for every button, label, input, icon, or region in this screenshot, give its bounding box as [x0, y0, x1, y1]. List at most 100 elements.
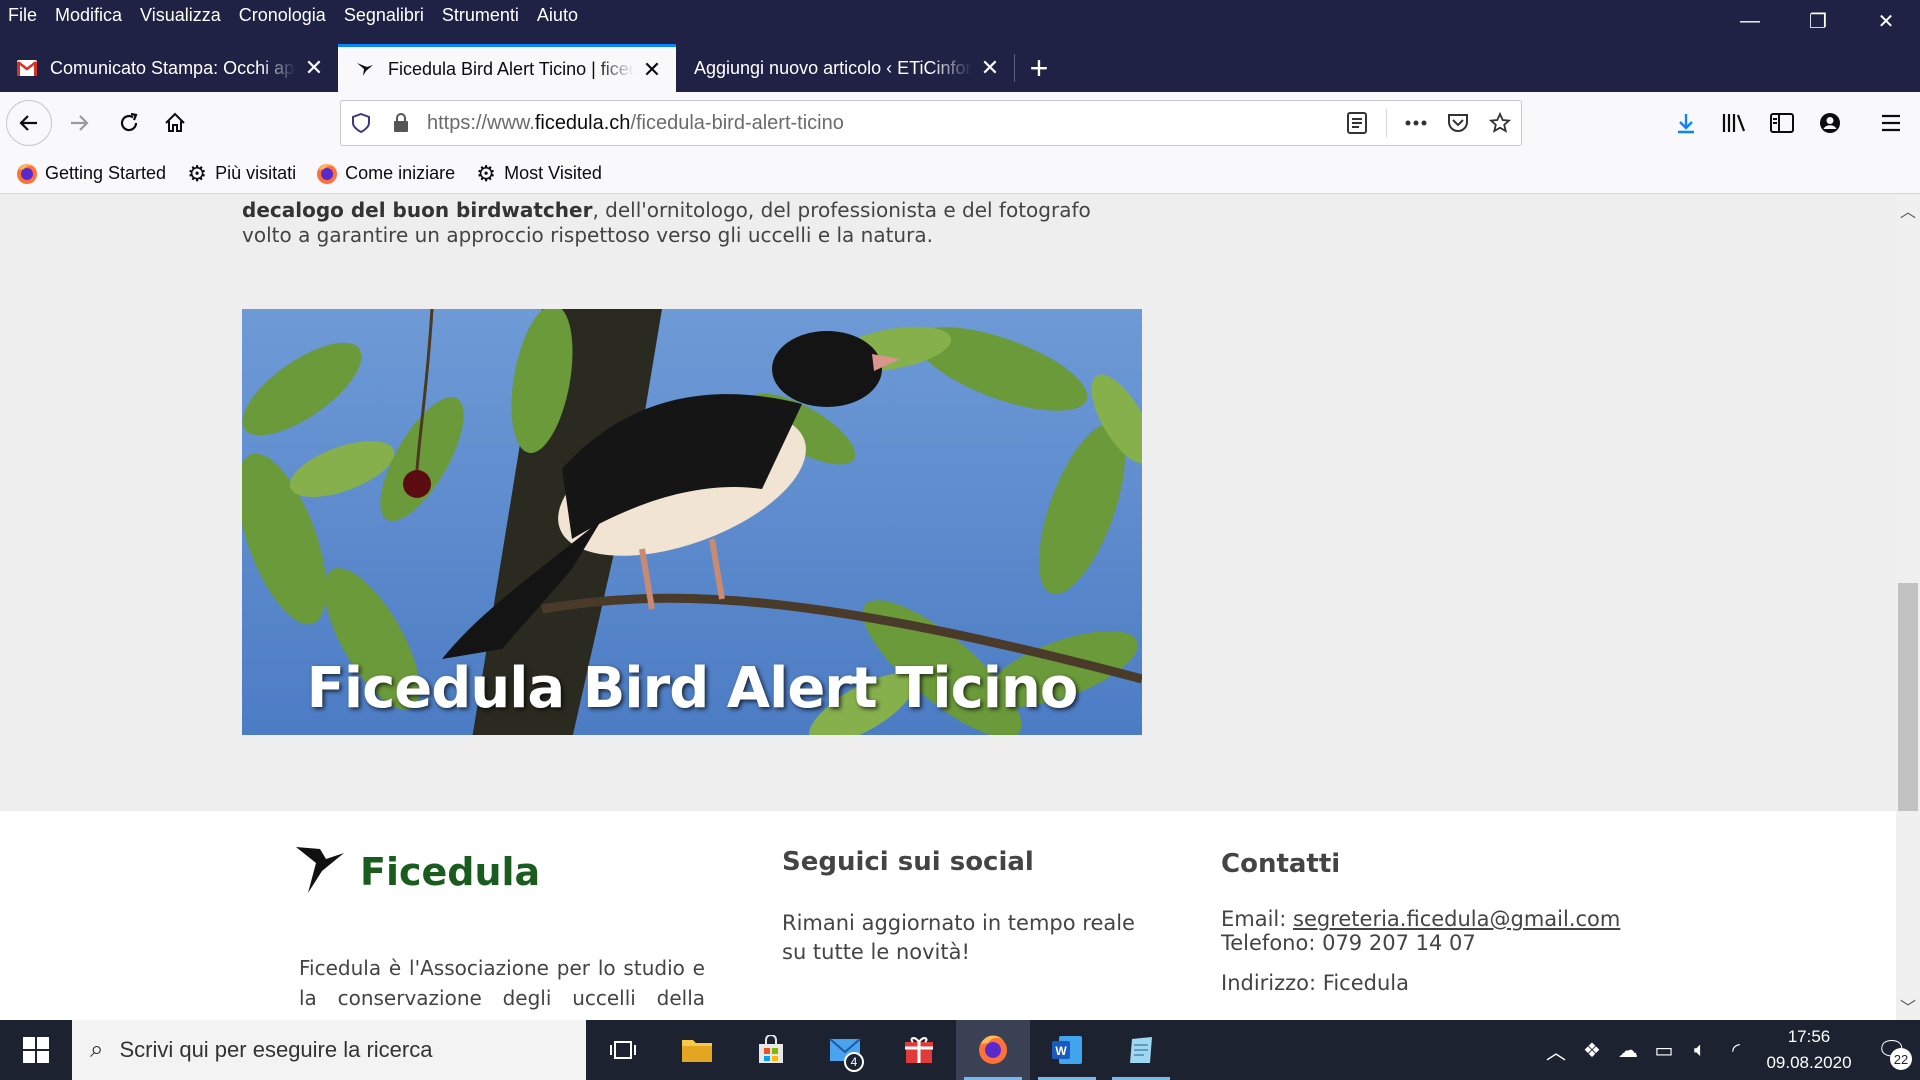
taskbar-notepad-app[interactable] [1104, 1020, 1178, 1080]
taskbar-file-explorer[interactable] [660, 1020, 734, 1080]
lock-icon[interactable] [381, 103, 421, 143]
menu-bar: File Modifica Visualizza Cronologia Segn… [0, 0, 587, 30]
bookmark-label: Getting Started [45, 163, 167, 183]
sidebar-icon [1770, 113, 1794, 133]
menu-visualizza[interactable]: Visualizza [131, 5, 230, 26]
bookmark-star-icon[interactable] [1479, 103, 1521, 143]
page-scrollbar[interactable]: ︿ ﹀ [1896, 194, 1920, 1020]
email-link[interactable]: segreteria.ficedula@gmail.com [1293, 907, 1620, 931]
sidebar-button[interactable] [1759, 100, 1805, 146]
contacts-email: Email: segreteria.ficedula@gmail.com [1221, 907, 1620, 931]
restore-button[interactable]: ❐ [1784, 0, 1852, 42]
menu-modifica[interactable]: Modifica [46, 5, 131, 26]
pocket-icon[interactable] [1437, 103, 1479, 143]
reload-button[interactable] [106, 100, 152, 146]
article-paragraph: decalogo del buon birdwatcher, dell'orni… [242, 198, 1142, 248]
action-center-button[interactable]: 🗨︎ 22 [1864, 1020, 1920, 1080]
home-button[interactable] [152, 100, 198, 146]
email-label: Email: [1221, 907, 1294, 931]
account-button[interactable] [1807, 100, 1853, 146]
account-icon [1820, 113, 1840, 133]
close-tab-icon[interactable]: ✕ [978, 55, 1002, 81]
word-icon: W [1052, 1036, 1082, 1064]
minimize-button[interactable]: — [1716, 0, 1784, 42]
url-path: /ficedula-bird-alert-ticino [630, 111, 844, 134]
wifi-icon[interactable]: ◜ [1718, 1038, 1754, 1063]
scroll-up-arrow-icon[interactable]: ︿ [1896, 198, 1920, 222]
taskbar-search[interactable]: ⌕ Scrivi qui per eseguire la ricerca [72, 1020, 586, 1080]
home-icon [165, 112, 185, 132]
site-footer: Ficedula Ficedula è l'Associazione per l… [0, 811, 1896, 1020]
bookmark-label: Come iniziare [345, 163, 456, 183]
taskbar-mail[interactable]: 4 [808, 1020, 882, 1080]
footer-brand[interactable]: Ficedula [294, 841, 540, 902]
new-tab-button[interactable]: + [1015, 44, 1063, 92]
arrow-left-icon [19, 115, 37, 131]
scrollbar-thumb[interactable] [1898, 583, 1918, 811]
window-controls: — ❐ ✕ [1716, 0, 1920, 42]
tab-aggiungi-articolo[interactable]: Aggiungi nuovo articolo ‹ ETiCinforma ✕ [676, 44, 1014, 92]
taskbar-clock[interactable]: 17:56 09.08.2020 [1754, 1024, 1864, 1076]
taskbar-store[interactable] [734, 1020, 808, 1080]
url-prefix: https://www. [427, 111, 535, 134]
taskbar-search-placeholder: Scrivi qui per eseguire la ricerca [119, 1037, 433, 1062]
volume-icon[interactable]: 🔈︎ [1682, 1039, 1718, 1062]
task-view-icon [610, 1041, 636, 1059]
hamburger-menu-icon [1882, 114, 1900, 132]
reader-view-icon[interactable] [1336, 103, 1378, 143]
social-text: Rimani aggiornato in tempo reale su tutt… [782, 909, 1135, 967]
bookmark-label: Più visitati [215, 163, 297, 183]
url-bar[interactable]: https://www.ficedula.ch/ficedula-bird-al… [340, 100, 1522, 146]
tracking-shield-icon[interactable] [341, 103, 381, 143]
close-window-button[interactable]: ✕ [1852, 0, 1920, 42]
app-menu-button[interactable] [1868, 100, 1914, 146]
scroll-down-arrow-icon[interactable]: ﹀ [1896, 994, 1920, 1018]
gift-icon [905, 1037, 933, 1063]
library-button[interactable] [1711, 100, 1757, 146]
bookmark-most-visited[interactable]: ⚙ Most Visited [475, 161, 602, 186]
bookmark-come-iniziare[interactable]: Come iniziare [316, 163, 455, 185]
notepad-icon [1130, 1037, 1152, 1063]
menu-segnalibri[interactable]: Segnalibri [335, 5, 433, 26]
close-tab-icon[interactable]: ✕ [640, 57, 664, 83]
menu-strumenti[interactable]: Strumenti [433, 5, 528, 26]
gear-icon: ⚙ [187, 160, 207, 186]
battery-icon[interactable]: ▭ [1646, 1038, 1682, 1063]
bird-logo-icon [354, 59, 376, 81]
navigation-toolbar: https://www.ficedula.ch/ficedula-bird-al… [0, 92, 1920, 154]
bookmark-piu-visitati[interactable]: ⚙ Più visitati [186, 160, 297, 186]
notification-count: 22 [1890, 1048, 1912, 1070]
tab-title: Comunicato Stampa: Occhi aperti [50, 57, 296, 78]
article-text-line1: , dell'ornitologo, del professionista e … [592, 198, 1091, 222]
back-button[interactable] [6, 100, 52, 146]
downloads-button[interactable] [1663, 100, 1709, 146]
tab-title: Ficedula Bird Alert Ticino | ficedula [388, 59, 634, 79]
more-actions-icon[interactable] [1395, 103, 1437, 143]
taskbar-gift-app[interactable] [882, 1020, 956, 1080]
menu-file[interactable]: File [0, 5, 46, 26]
chevron-up-icon[interactable]: ︿ [1538, 1036, 1574, 1065]
windows-taskbar: ⌕ Scrivi qui per eseguire la ricerca 4 W… [0, 1020, 1920, 1080]
task-view-button[interactable] [586, 1020, 660, 1080]
close-tab-icon[interactable]: ✕ [302, 55, 326, 81]
start-button[interactable] [0, 1020, 72, 1080]
hero-image: Ficedula Bird Alert Ticino [242, 309, 1142, 735]
dropbox-icon[interactable]: ❖ [1574, 1038, 1610, 1063]
menu-cronologia[interactable]: Cronologia [230, 5, 335, 26]
onedrive-cloud-icon[interactable]: ☁ [1610, 1038, 1646, 1063]
taskbar-firefox[interactable] [956, 1020, 1030, 1080]
browser-titlebar: File Modifica Visualizza Cronologia Segn… [0, 0, 1920, 92]
bookmarks-toolbar: Getting Started ⚙ Più visitati Come iniz… [0, 154, 1920, 194]
tab-comunicato-stampa[interactable]: Comunicato Stampa: Occhi aperti ✕ [0, 44, 338, 92]
footer-brand-description: Ficedula è l'Associazione per lo studio … [299, 956, 705, 1010]
gmail-icon [16, 57, 38, 79]
forward-button[interactable] [56, 100, 102, 146]
url-text[interactable]: https://www.ficedula.ch/ficedula-bird-al… [421, 112, 1336, 135]
social-heading: Seguici sui social [782, 847, 1034, 877]
menu-aiuto[interactable]: Aiuto [528, 5, 587, 26]
tab-ficedula[interactable]: Ficedula Bird Alert Ticino | ficedula ✕ [338, 44, 676, 92]
folder-icon [682, 1040, 712, 1062]
contacts-heading: Contatti [1221, 849, 1341, 879]
bookmark-getting-started[interactable]: Getting Started [16, 163, 166, 185]
taskbar-word[interactable]: W [1030, 1020, 1104, 1080]
